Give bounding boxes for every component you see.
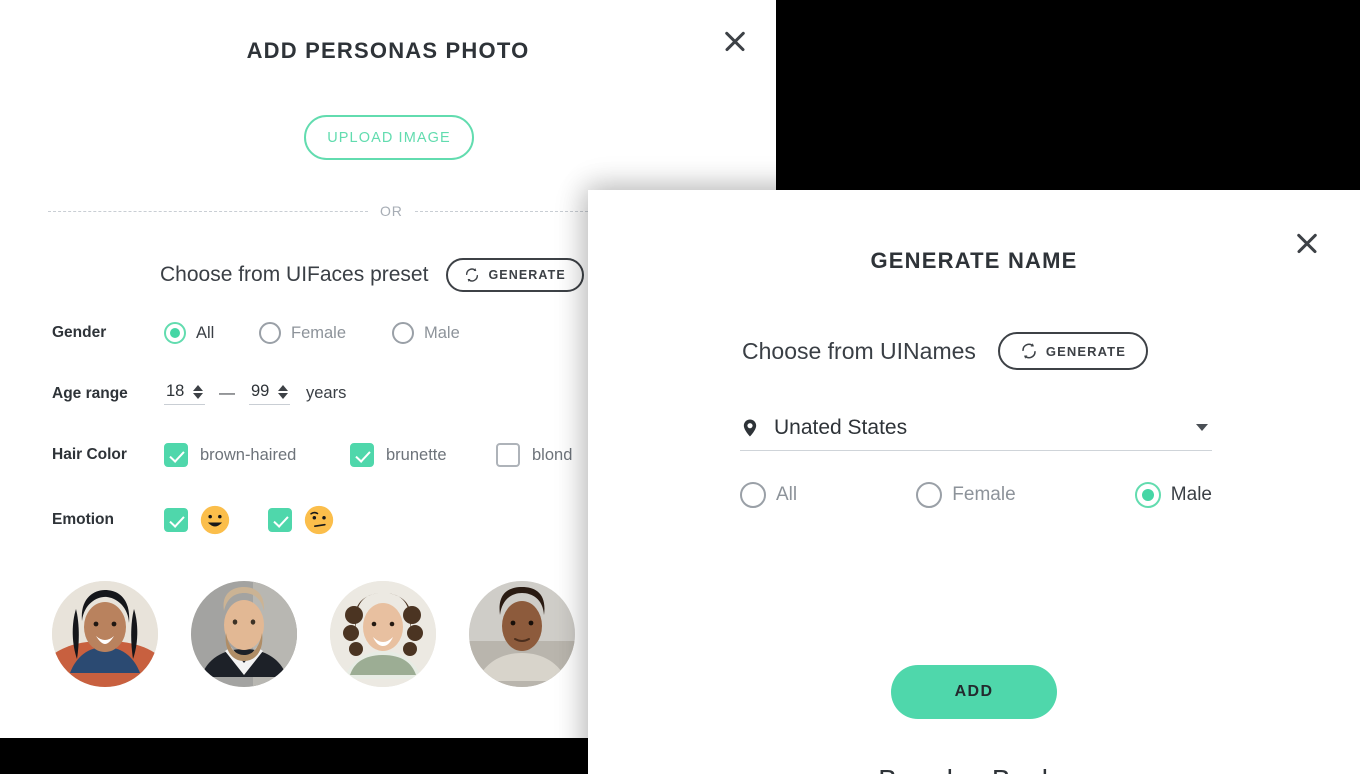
- genname-radio-female[interactable]: Female: [916, 482, 1016, 508]
- hair-color-label: Hair Color: [52, 446, 127, 463]
- gender-label: Gender: [52, 324, 107, 341]
- page-title: ADD PERSONAS PHOTO: [246, 38, 530, 63]
- radio-indicator: [916, 482, 943, 508]
- age-min-stepper[interactable]: 18: [164, 382, 205, 405]
- avatar-2-bearded-man[interactable]: [191, 581, 297, 687]
- location-pin-icon: [743, 419, 757, 436]
- avatar-4-young-man[interactable]: [469, 581, 575, 687]
- checkbox-indicator: [350, 443, 374, 467]
- gender-radio-female-label: Female: [291, 323, 347, 342]
- checkbox-indicator: [496, 443, 520, 467]
- generate-name-modal: GENERATE NAME Choose from UINames GENERA…: [588, 190, 1360, 774]
- chevron-down-icon[interactable]: [1196, 424, 1208, 431]
- gender-row: Gender All Female Male: [52, 322, 460, 344]
- uinames-generate-label: GENERATE: [1045, 343, 1126, 359]
- age-min-stepper-arrows[interactable]: [193, 384, 203, 399]
- upload-image-button[interactable]: UPLOAD IMAGE: [304, 115, 474, 160]
- divider-line-left: [48, 210, 368, 212]
- uifaces-preset-label: Choose from UIFaces preset: [160, 263, 429, 286]
- hair-checkbox-brown-haired[interactable]: brown-haired: [164, 443, 350, 467]
- smiling-face-emoji: [200, 505, 230, 535]
- checkbox-indicator: [164, 508, 188, 532]
- or-label: OR: [380, 203, 403, 219]
- generate-name-gender-group: All Female Male: [740, 482, 1212, 508]
- avatar-1-smiling-woman-dark-hair[interactable]: [52, 581, 158, 687]
- screen-root: ADD PERSONAS PHOTO UPLOAD IMAGE OR Choos…: [0, 0, 1360, 774]
- uifaces-generate-label: GENERATE: [488, 268, 566, 282]
- radio-indicator: [392, 322, 414, 344]
- gender-radio-male[interactable]: Male: [392, 322, 460, 344]
- uinames-source-label: Choose from UINames: [742, 337, 976, 364]
- uinames-source-row: Choose from UINames GENERATE: [742, 332, 1148, 370]
- close-icon[interactable]: [718, 24, 752, 58]
- gender-radio-female[interactable]: Female: [259, 322, 392, 344]
- hair-checkbox-brunette[interactable]: brunette: [350, 443, 496, 467]
- age-range-label: Age range: [52, 384, 128, 402]
- genname-radio-female-label: Female: [952, 484, 1016, 505]
- uifaces-generate-button[interactable]: GENERATE: [446, 258, 584, 292]
- gender-radio-all-label: All: [196, 323, 215, 342]
- hair-color-row: Hair Color brown-haired brunette blond: [52, 443, 572, 467]
- genname-radio-male[interactable]: Male: [1134, 482, 1212, 508]
- emotion-checkbox-raised-eyebrow[interactable]: [268, 505, 334, 535]
- country-value: Unated States: [774, 415, 908, 439]
- radio-indicator: [259, 322, 281, 344]
- refresh-icon: [1022, 343, 1036, 359]
- age-range-row: Age range 18 — 99 years: [52, 382, 346, 405]
- emotion-checkbox-smiling[interactable]: [164, 505, 268, 535]
- stepper-up-icon[interactable]: [278, 384, 288, 391]
- hair-checkbox-blond[interactable]: blond: [496, 443, 572, 467]
- close-icon[interactable]: [1290, 226, 1324, 260]
- hair-checkbox-blond-label: blond: [532, 445, 573, 464]
- age-max-stepper-arrows[interactable]: [278, 384, 288, 399]
- uinames-generate-button[interactable]: GENERATE: [997, 332, 1148, 370]
- age-max-stepper[interactable]: 99: [249, 382, 290, 405]
- age-min-value: 18: [166, 382, 185, 400]
- stepper-up-icon[interactable]: [193, 384, 203, 391]
- checkbox-indicator: [164, 443, 188, 467]
- page-backdrop-top-right: [776, 0, 1360, 190]
- avatar-preset-strip: [52, 581, 575, 687]
- avatar-3-curly-hair-woman[interactable]: [330, 581, 436, 687]
- gender-radio-all[interactable]: All: [164, 322, 259, 344]
- stepper-down-icon[interactable]: [193, 392, 203, 399]
- add-button[interactable]: ADD: [891, 665, 1057, 719]
- stepper-down-icon[interactable]: [278, 392, 288, 399]
- genname-radio-all-label: All: [776, 484, 798, 505]
- age-unit-label: years: [306, 384, 347, 402]
- radio-indicator: [164, 322, 186, 344]
- generated-name-value: Brandon Banks: [588, 764, 1360, 774]
- face-with-raised-eyebrow-emoji: [304, 505, 334, 535]
- refresh-icon: [466, 268, 479, 282]
- genname-radio-male-label: Male: [1170, 484, 1212, 505]
- gender-radio-male-label: Male: [424, 323, 460, 342]
- age-range-dash: —: [219, 384, 235, 402]
- radio-indicator: [740, 482, 766, 508]
- hair-checkbox-brown-haired-label: brown-haired: [200, 445, 297, 464]
- emotion-label: Emotion: [52, 511, 114, 528]
- country-select[interactable]: Unated States: [740, 405, 1212, 451]
- hair-checkbox-brunette-label: brunette: [386, 445, 447, 464]
- uifaces-preset-row: Choose from UIFaces preset GENERATE: [160, 258, 584, 292]
- emotion-row: Emotion: [52, 505, 334, 535]
- checkbox-indicator: [268, 508, 292, 532]
- radio-indicator: [1134, 482, 1161, 508]
- page-title: GENERATE NAME: [870, 248, 1078, 273]
- genname-radio-all[interactable]: All: [740, 482, 797, 508]
- age-max-value: 99: [251, 382, 270, 400]
- page-backdrop-bottom-left: [0, 738, 585, 774]
